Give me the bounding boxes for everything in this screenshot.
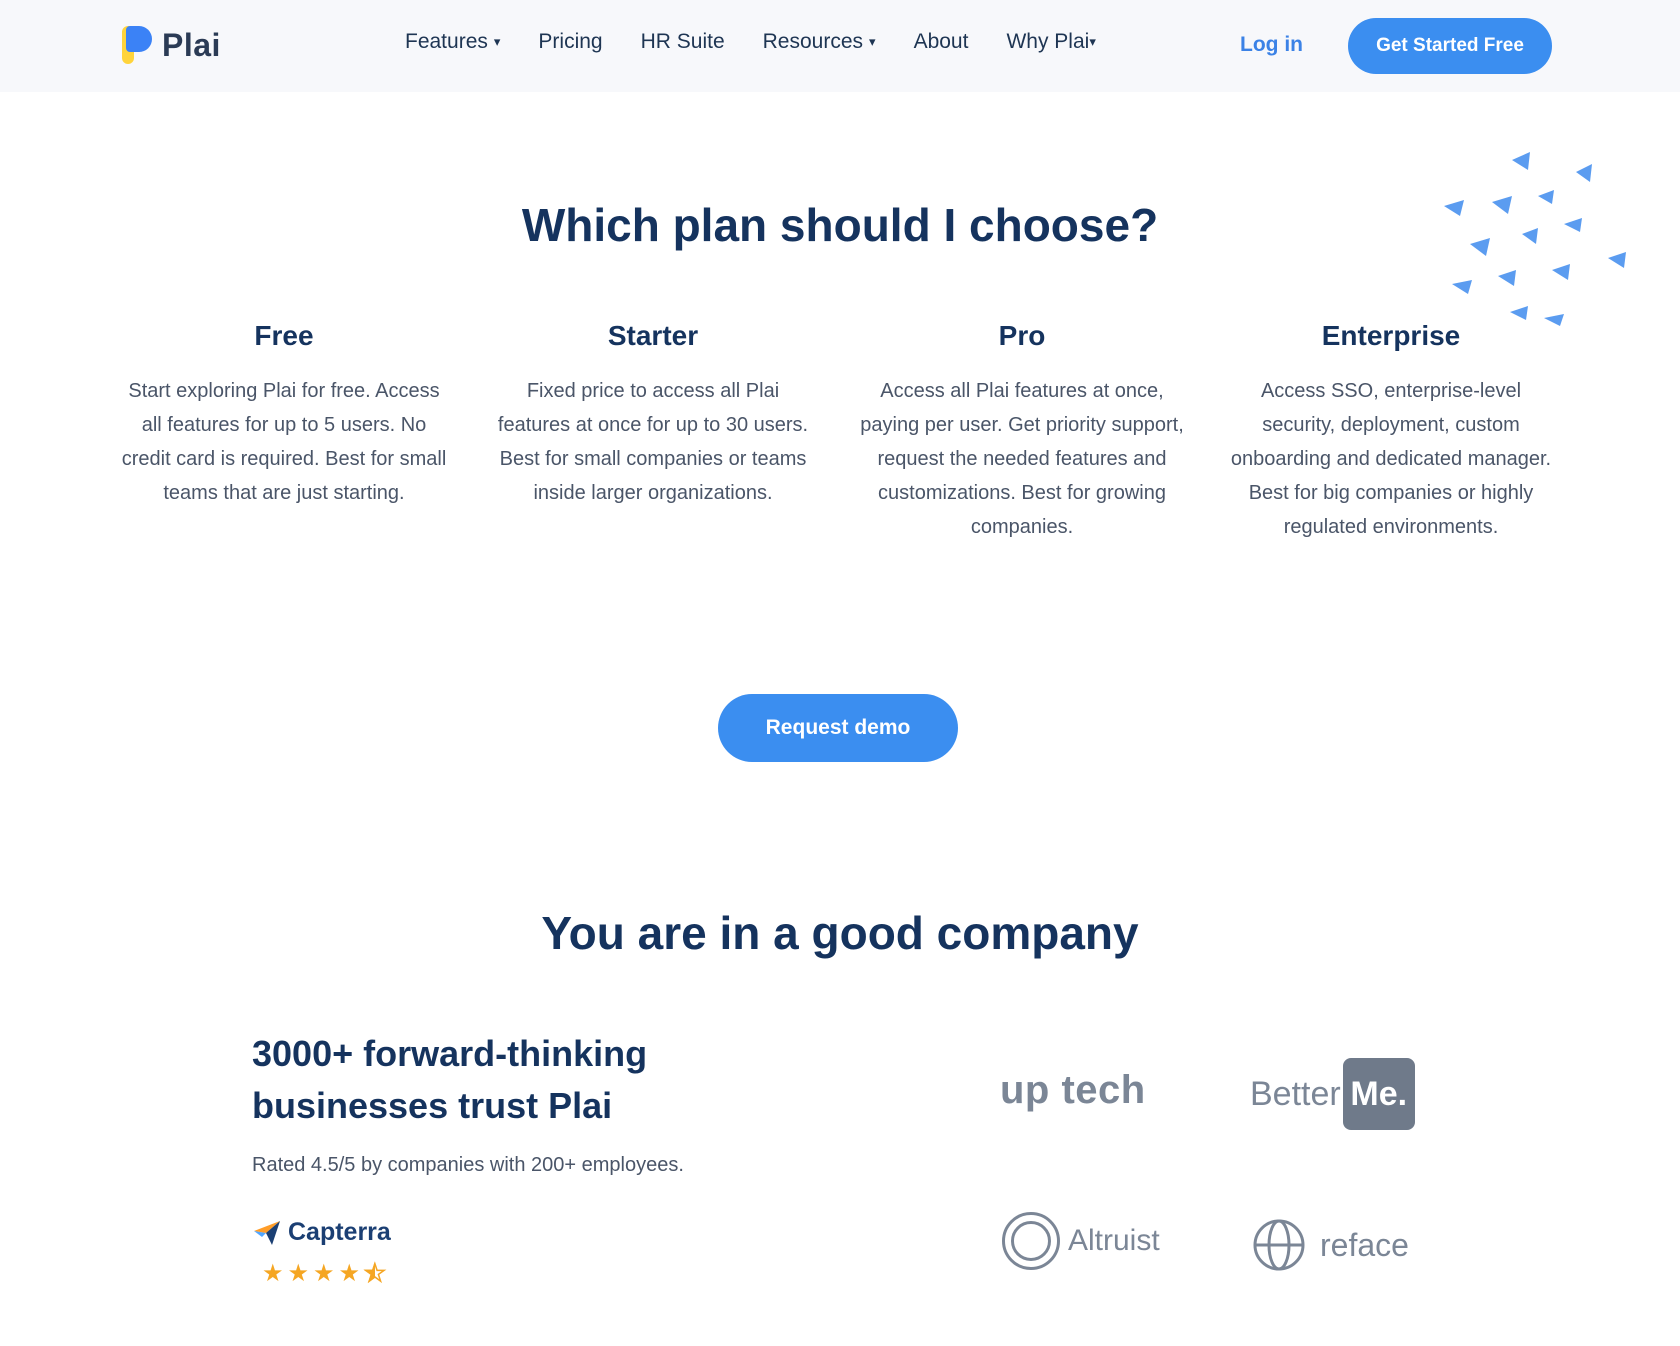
nav-about[interactable]: About	[914, 30, 969, 54]
request-demo-button[interactable]: Request demo	[718, 694, 958, 762]
capterra-arrow-icon	[254, 1220, 280, 1245]
login-link[interactable]: Log in	[1240, 33, 1303, 57]
chevron-down-icon: ▾	[1089, 34, 1096, 49]
uptech-logo: up tech	[1000, 1068, 1146, 1112]
nav-features[interactable]: Features ▾	[405, 30, 500, 54]
star-icon: ★	[287, 1260, 310, 1287]
plan-title: Enterprise	[1321, 320, 1461, 351]
rating-text: Rated 4.5/5 by companies with 200+ emplo…	[252, 1154, 684, 1176]
plan-description: Start exploring Plai for free. Access al…	[121, 380, 447, 504]
plai-logo[interactable]: Plai	[122, 24, 221, 66]
plans-heading: Which plan should I choose?	[521, 199, 1159, 251]
nav-links: Features ▾ Pricing HR Suite Resources ▾ …	[405, 30, 1134, 54]
plan-title: Free	[254, 320, 314, 351]
brand-name: Plai	[162, 26, 221, 63]
plan-free: Free Start exploring Plai for free. Acce…	[120, 320, 448, 544]
nav-pricing[interactable]: Pricing	[538, 30, 602, 54]
altruist-ring-icon	[1002, 1212, 1060, 1270]
plan-description: Fixed price to access all Plai features …	[497, 380, 809, 504]
star-icon: ★	[338, 1260, 361, 1287]
capterra-label: Capterra	[288, 1218, 391, 1246]
reface-logo: reface	[1252, 1218, 1409, 1272]
plans-grid: Free Start exploring Plai for free. Acce…	[120, 320, 1560, 544]
capterra-badge[interactable]: Capterra	[252, 1218, 391, 1247]
reface-globe-icon	[1253, 1219, 1305, 1271]
star-icon: ★	[262, 1260, 284, 1287]
plan-description: Access SSO, enterprise-level security, d…	[1230, 380, 1552, 538]
nav-resources[interactable]: Resources ▾	[763, 30, 876, 54]
plai-logo-icon	[122, 24, 154, 66]
star-icon: ★	[313, 1260, 335, 1287]
nav-why-plai[interactable]: Why Plai ▾	[1006, 30, 1095, 54]
plan-pro: Pro Access all Plai features at once, pa…	[858, 320, 1186, 544]
nav-hr-suite[interactable]: HR Suite	[641, 30, 725, 54]
plan-description: Access all Plai features at once, paying…	[860, 380, 1184, 538]
plan-enterprise: Enterprise Access SSO, enterprise-level …	[1227, 320, 1555, 544]
plan-starter: Starter Fixed price to access all Plai f…	[489, 320, 817, 544]
rating-stars: ★ ★ ★ ★ ★	[262, 1260, 386, 1287]
plan-title: Starter	[607, 320, 699, 351]
chevron-down-icon: ▾	[493, 34, 501, 49]
half-star-icon: ★	[363, 1260, 386, 1287]
plan-title: Pro	[998, 320, 1046, 351]
betterme-logo: Better Me.	[1250, 1058, 1415, 1130]
altruist-logo: Altruist	[1002, 1212, 1160, 1270]
company-heading: You are in a good company	[541, 907, 1139, 959]
top-navbar: Plai Features ▾ Pricing HR Suite Resourc…	[0, 0, 1680, 92]
get-started-button[interactable]: Get Started Free	[1348, 18, 1552, 74]
chevron-down-icon: ▾	[869, 34, 876, 49]
trust-title: 3000+ forward-thinking businesses trust …	[252, 1033, 648, 1126]
